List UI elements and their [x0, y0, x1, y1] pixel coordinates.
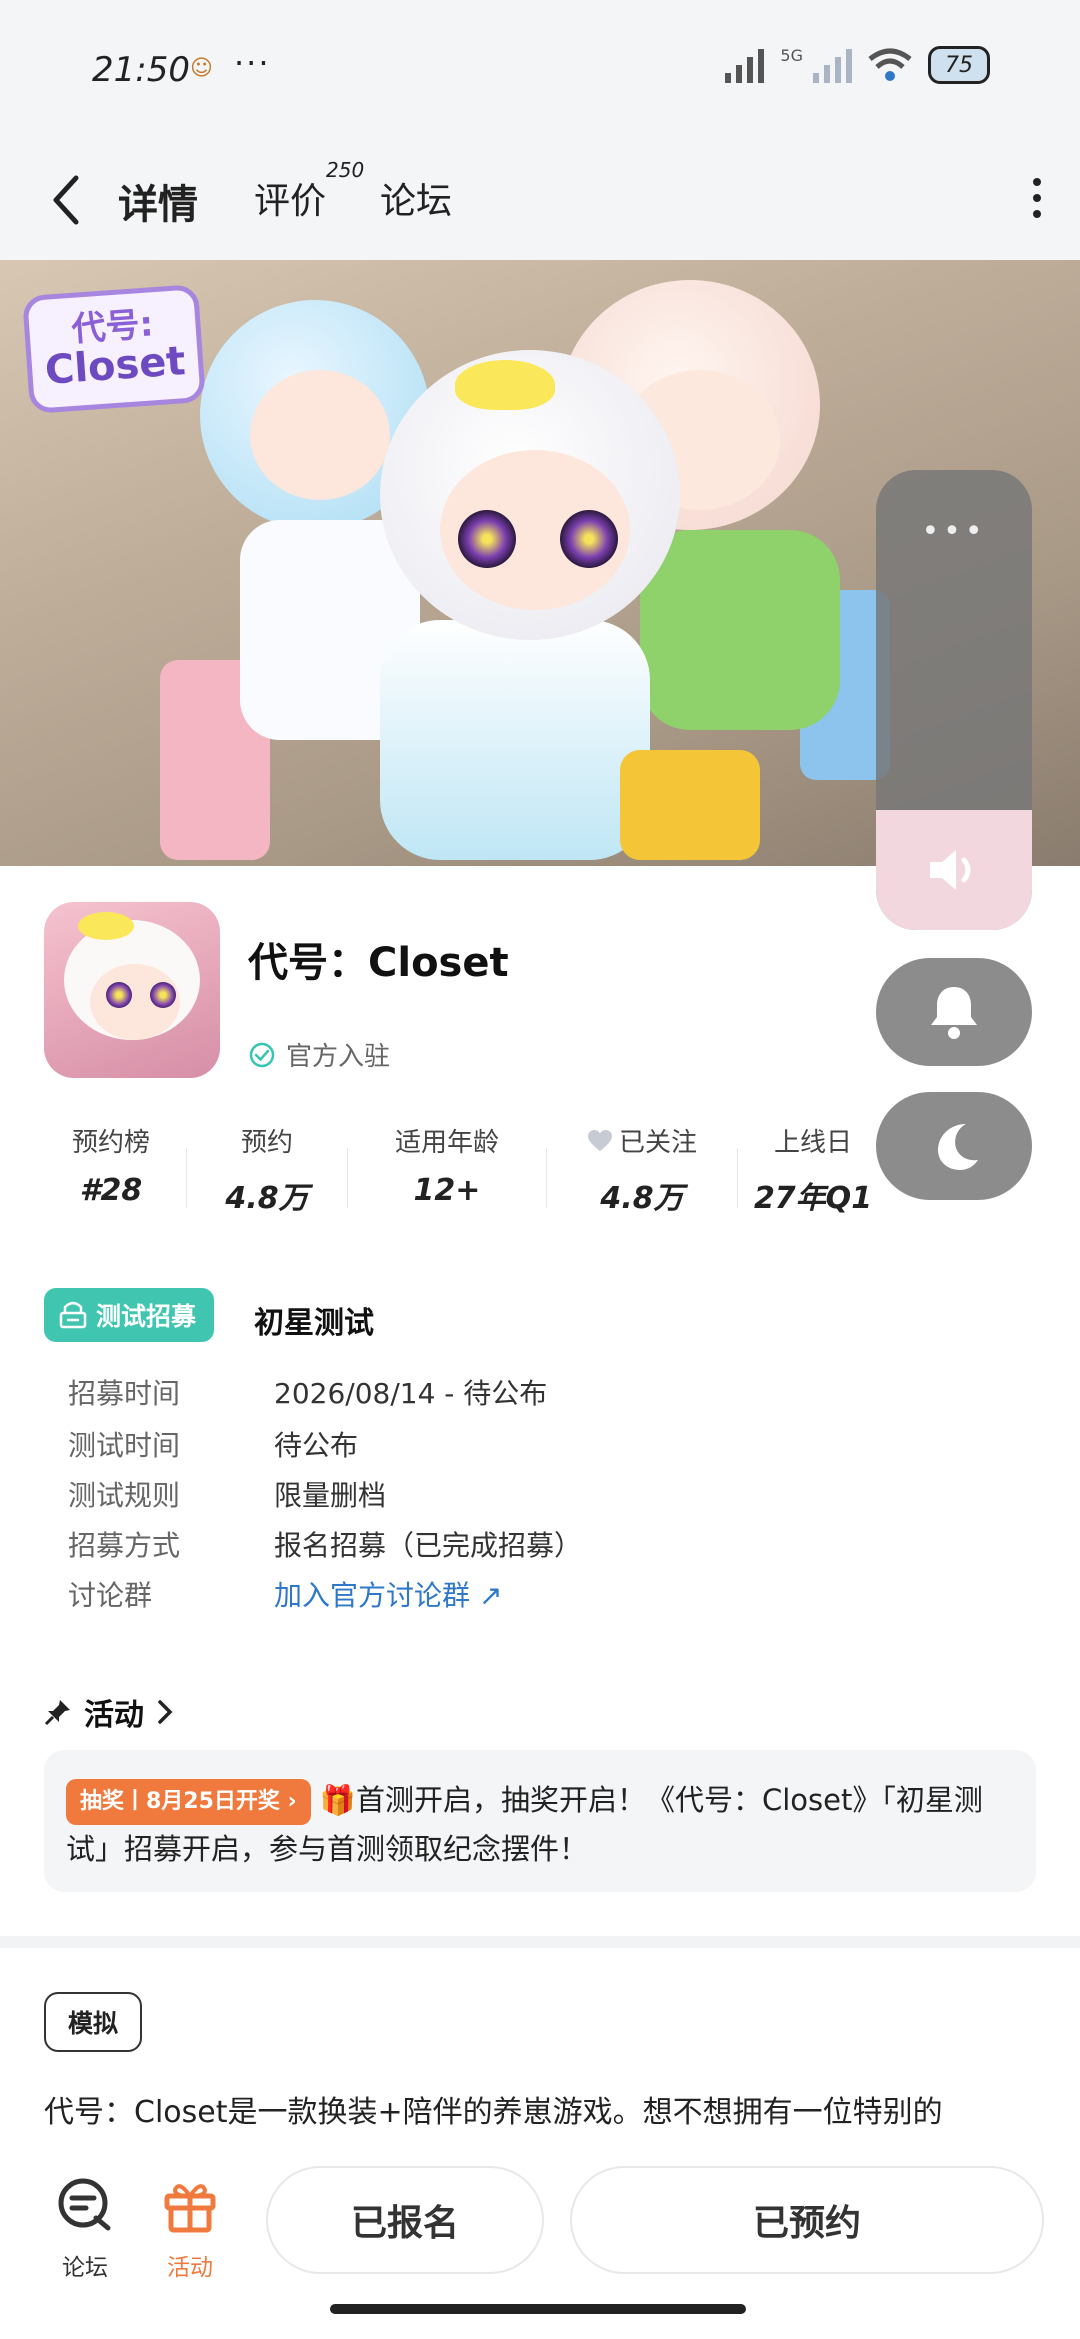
- recruit-icon: [59, 1301, 87, 1329]
- join-group-link[interactable]: 加入官方讨论群 ↗: [274, 1574, 502, 1614]
- recruit-badge: 测试招募: [44, 1288, 215, 1342]
- genre-tag[interactable]: 模拟: [44, 1992, 143, 2052]
- status-indicators: 5G 75: [725, 46, 990, 84]
- official-label: 官方入驻: [286, 1042, 391, 1072]
- game-description: 代号：Closet是一款换装+陪伴的养崽游戏。想不想拥有一位特别的: [44, 2095, 943, 2130]
- logo-line2: Closet: [43, 338, 187, 394]
- back-icon[interactable]: [46, 170, 86, 230]
- app-icon: [44, 902, 220, 1078]
- stat-reservations: 预约 4.8万: [225, 1128, 309, 1216]
- official-badge: 官方入驻: [248, 1036, 390, 1073]
- luggage-illustration: [620, 750, 760, 860]
- notification-icon: ☺: [190, 56, 213, 81]
- activity-title: 活动: [84, 1698, 144, 1733]
- tab-reviews[interactable]: 评价: [254, 172, 326, 224]
- heart-icon: [587, 1129, 612, 1151]
- wifi-icon: [868, 48, 912, 81]
- tab-details[interactable]: 详情: [114, 172, 202, 230]
- status-time: 21:50: [92, 50, 190, 90]
- forum-icon: [58, 2178, 111, 2231]
- home-indicator: [330, 2304, 746, 2314]
- reserved-button[interactable]: 已预约: [570, 2166, 1044, 2274]
- forum-label: 论坛: [62, 2255, 108, 2281]
- signal-5g-icon: [813, 47, 852, 83]
- character-eye: [560, 510, 618, 568]
- top-nav: 详情 评价 250 论坛: [0, 140, 1080, 260]
- test-rule-row: 测试规则 限量删档: [68, 1479, 387, 1512]
- discussion-group-row: 讨论群 加入官方讨论群 ↗: [68, 1574, 502, 1614]
- tab-forum[interactable]: 论坛: [380, 172, 452, 224]
- recruit-method-row: 招募方式 报名招募（已完成招募）: [68, 1529, 583, 1562]
- panel-more-icon[interactable]: •••: [876, 514, 1032, 549]
- signal-icon: [725, 47, 765, 83]
- network-type: 5G: [780, 46, 803, 65]
- more-options-icon[interactable]: [1032, 178, 1042, 218]
- bottom-activity-button[interactable]: 活动: [145, 2176, 235, 2282]
- bell-icon[interactable]: [876, 958, 1032, 1066]
- lottery-tag: 抽奖丨8月25日开奖 ›: [66, 1779, 311, 1825]
- section-divider: [0, 1936, 1080, 1948]
- moon-icon[interactable]: [876, 1092, 1032, 1200]
- activity-header[interactable]: 活动: [44, 1690, 174, 1734]
- character-face: [250, 370, 390, 500]
- character-body: [380, 620, 650, 860]
- test-time-row: 测试时间 待公布: [68, 1429, 359, 1462]
- activity-label: 活动: [167, 2255, 213, 2281]
- stats-row: 预约榜 #28 预约 4.8万 适用年龄 12+ 已关注 4.8万 上线日 27…: [36, 1122, 896, 1217]
- status-more-icon: ···: [234, 44, 271, 82]
- bow-illustration: [455, 360, 555, 410]
- game-logo: 代号: Closet: [22, 284, 206, 414]
- recruit-title: 初星测试: [254, 1306, 374, 1341]
- pin-icon: [44, 1700, 70, 1726]
- floating-volume-panel[interactable]: •••: [876, 470, 1032, 930]
- chevron-right-icon: [158, 1700, 173, 1724]
- signed-up-button[interactable]: 已报名: [266, 2166, 544, 2274]
- reviews-count: 250: [326, 158, 365, 182]
- verified-icon: [249, 1042, 275, 1067]
- gift-icon: [164, 2184, 216, 2233]
- volume-icon[interactable]: [876, 810, 1032, 930]
- stat-rank[interactable]: 预约榜 #28: [36, 1122, 186, 1217]
- activity-card[interactable]: 抽奖丨8月25日开奖 › 🎁首测开启，抽奖开启！《代号：Closet》「初星测试…: [44, 1750, 1036, 1892]
- character-body: [640, 530, 840, 730]
- stat-followers[interactable]: 已关注 4.8万: [547, 1122, 737, 1217]
- stat-age: 适用年龄 12+: [394, 1128, 499, 1208]
- recruit-time-row: 招募时间 2026/08/14 - 待公布: [68, 1377, 548, 1410]
- status-bar: 21:50 ☺ ··· 5G 75: [0, 0, 1080, 140]
- app-title: 代号：Closet: [248, 940, 509, 986]
- bottom-forum-button[interactable]: 论坛: [40, 2176, 130, 2282]
- character-eye: [458, 510, 516, 568]
- stat-launch: 上线日 27年Q1: [753, 1128, 873, 1216]
- battery-indicator: 75: [928, 46, 990, 84]
